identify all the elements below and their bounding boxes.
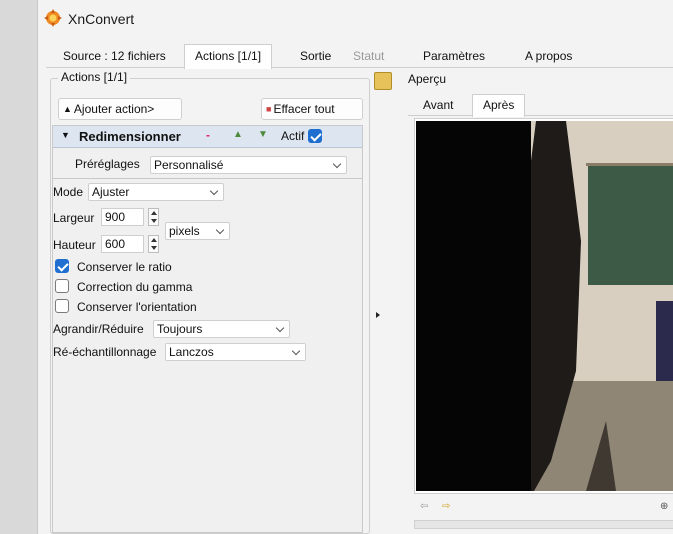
orientation-checkbox[interactable] — [55, 299, 69, 313]
mode-label: Mode — [53, 185, 84, 199]
unit-select[interactable]: pixels — [165, 222, 230, 240]
tab-status[interactable]: Statut — [342, 44, 395, 68]
width-spinner[interactable] — [148, 208, 159, 226]
app-title: XnConvert — [68, 11, 135, 27]
actions-group-label: Actions [1/1] — [58, 70, 131, 84]
action-header[interactable]: ▼ Redimensionner - ▲ ▼ Actif — [53, 126, 362, 148]
chevron-down-icon — [209, 186, 219, 196]
width-label: Largeur — [53, 211, 95, 225]
mode-value: Ajuster — [92, 185, 130, 199]
next-image-icon[interactable]: ⇨ — [442, 501, 450, 512]
preview-tab-before[interactable]: Avant — [412, 94, 464, 116]
chevron-down-icon — [332, 159, 342, 169]
gamma-checkbox[interactable] — [55, 279, 69, 293]
splitter-arrow-icon[interactable] — [376, 312, 380, 318]
xnconvert-logo-icon — [44, 9, 62, 27]
enlarge-value: Toujours — [157, 322, 203, 336]
active-checkbox[interactable] — [308, 129, 322, 143]
divider — [53, 178, 362, 179]
clear-all-button[interactable]: ■ Effacer tout — [261, 98, 363, 120]
active-label: Actif — [281, 129, 305, 143]
prev-image-icon[interactable]: ⇦ — [420, 501, 428, 512]
keep-ratio-checkbox[interactable] — [55, 259, 69, 273]
unit-value: pixels — [169, 224, 200, 238]
presets-value: Personnalisé — [154, 158, 224, 172]
chevron-down-icon — [291, 346, 301, 356]
presets-select[interactable]: Personnalisé — [150, 156, 347, 174]
height-label: Hauteur — [53, 238, 96, 252]
height-spinner[interactable] — [148, 235, 159, 253]
clear-all-icon: ■ — [266, 104, 272, 114]
resize-action-panel: ▼ Redimensionner - ▲ ▼ Actif Préréglages… — [52, 125, 363, 533]
resample-value: Lanczos — [169, 345, 214, 359]
zoom-icon[interactable]: ⊕ — [660, 501, 668, 512]
chevron-down-icon — [215, 225, 225, 235]
preview-toggle-icon[interactable] — [374, 72, 392, 90]
classroom-photo — [416, 121, 673, 491]
add-action-icon: ▲ — [63, 104, 72, 114]
remove-action-icon[interactable]: - — [206, 128, 210, 142]
clear-all-label: Effacer tout — [273, 102, 335, 116]
move-up-icon[interactable]: ▲ — [233, 129, 243, 140]
collapse-chevron-icon[interactable]: ▼ — [61, 130, 70, 140]
tab-actions[interactable]: Actions [1/1] — [184, 44, 273, 69]
main-tabbar: Source : 12 fichiers Actions [1/1] Sorti… — [46, 44, 673, 69]
tab-about[interactable]: A propos — [514, 44, 583, 68]
gamma-label: Correction du gamma — [77, 280, 193, 294]
orientation-label: Conserver l'orientation — [77, 300, 197, 314]
preview-scrollbar[interactable] — [414, 520, 673, 529]
keep-ratio-label: Conserver le ratio — [77, 260, 172, 274]
action-title: Redimensionner — [79, 129, 181, 144]
width-input[interactable]: 900 — [101, 208, 144, 226]
app-window: XnConvert Source : 12 fichiers Actions [… — [37, 0, 673, 534]
preview-label: Aperçu — [408, 72, 447, 86]
preview-nav: ⇦ ⇨ ⊕ — [414, 498, 673, 518]
preview-tab-after[interactable]: Après — [472, 94, 526, 117]
add-action-button[interactable]: ▲ Ajouter action> — [58, 98, 182, 120]
add-action-label: Ajouter action> — [73, 102, 155, 116]
preview-image — [416, 121, 673, 491]
tab-source[interactable]: Source : 12 fichiers — [52, 44, 177, 68]
move-down-icon[interactable]: ▼ — [258, 129, 268, 140]
height-input[interactable]: 600 — [101, 235, 144, 253]
mode-select[interactable]: Ajuster — [88, 183, 224, 201]
tab-output[interactable]: Sortie — [289, 44, 342, 68]
resample-label: Ré-échantillonnage — [53, 345, 157, 359]
resample-select[interactable]: Lanczos — [165, 343, 306, 361]
enlarge-label: Agrandir/Réduire — [53, 322, 144, 336]
chevron-down-icon — [275, 323, 285, 333]
tab-settings[interactable]: Paramètres — [412, 44, 496, 68]
presets-label: Préréglages — [75, 157, 140, 171]
preview-tabbar: Avant Après — [408, 94, 673, 117]
enlarge-select[interactable]: Toujours — [153, 320, 290, 338]
title-bar: XnConvert — [38, 0, 673, 38]
